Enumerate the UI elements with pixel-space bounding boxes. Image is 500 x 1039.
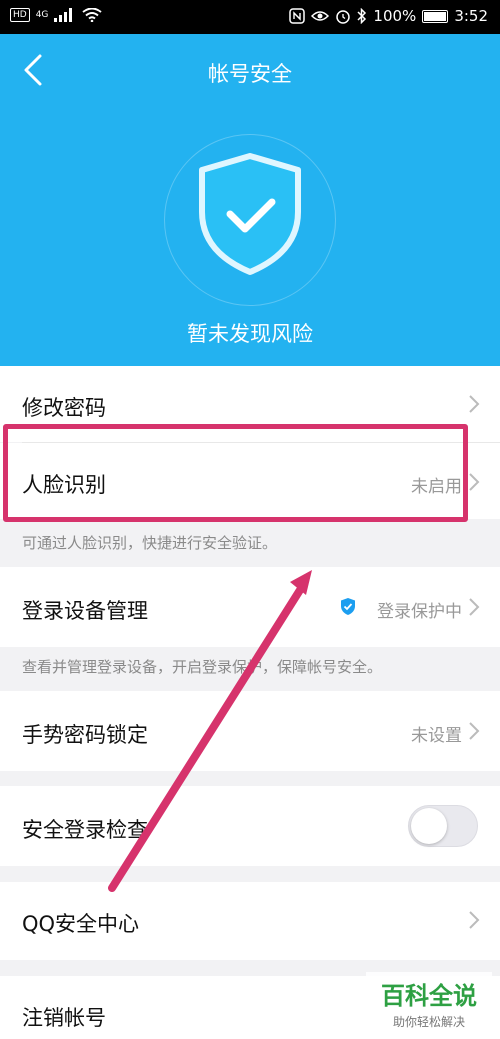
alarm-icon <box>336 10 351 24</box>
face-recognition-status: 未启用 <box>411 477 462 497</box>
nfc-icon <box>289 8 306 24</box>
face-recognition-label: 人脸识别 <box>22 473 106 497</box>
chevron-right-icon <box>469 722 480 740</box>
watermark: 百科全说 助你轻松解决 <box>366 972 492 1034</box>
device-management-hint: 查看并管理登录设备，开启登录保护，保障帐号安全。 <box>22 658 383 676</box>
battery-icon <box>422 9 449 23</box>
network-type: 4G <box>35 10 49 20</box>
qq-security-center-label: QQ安全中心 <box>22 912 140 936</box>
eye-icon <box>311 11 330 21</box>
wifi-icon <box>82 8 103 22</box>
qq-security-center-row[interactable]: QQ安全中心 <box>0 882 500 960</box>
chevron-right-icon <box>469 598 480 616</box>
security-header: 帐号安全 暂未发现风险 <box>0 34 500 366</box>
deregister-label: 注销帐号 <box>22 1006 106 1030</box>
chevron-right-icon <box>469 395 480 413</box>
clock: 3:52 <box>454 7 488 25</box>
shield-check-icon <box>199 153 301 275</box>
gesture-lock-label: 手势密码锁定 <box>22 723 148 747</box>
face-recognition-hint: 可通过人脸识别，快捷进行安全验证。 <box>22 534 278 552</box>
page-title: 帐号安全 <box>208 62 292 86</box>
device-management-row[interactable]: 登录设备管理 登录保护中 <box>0 567 500 647</box>
signal-icon <box>54 8 73 22</box>
hd-badge: HD <box>10 8 30 22</box>
gesture-lock-status: 未设置 <box>411 726 462 746</box>
small-shield-icon <box>341 598 355 615</box>
gesture-lock-row[interactable]: 手势密码锁定 未设置 <box>0 691 500 771</box>
change-password-row[interactable]: 修改密码 <box>0 366 500 442</box>
toggle-knob <box>411 808 447 844</box>
risk-status: 暂未发现风险 <box>187 322 313 346</box>
device-management-label: 登录设备管理 <box>22 599 148 623</box>
battery-percent: 100% <box>373 7 417 25</box>
safe-login-check-label: 安全登录检查 <box>22 818 148 842</box>
change-password-label: 修改密码 <box>22 396 106 420</box>
watermark-title: 百科全说 <box>381 982 477 1010</box>
face-recognition-row[interactable]: 人脸识别 未启用 <box>0 443 500 519</box>
chevron-right-icon <box>469 473 480 491</box>
watermark-subtitle: 助你轻松解决 <box>392 1015 465 1029</box>
chevron-right-icon <box>469 911 480 929</box>
safe-login-check-toggle[interactable] <box>408 805 478 847</box>
status-bar: HD 4G 100% 3:52 <box>0 0 500 34</box>
device-protection-status: 登录保护中 <box>377 602 462 622</box>
safe-login-check-row: 安全登录检查 <box>0 786 500 866</box>
bluetooth-icon <box>357 8 367 24</box>
